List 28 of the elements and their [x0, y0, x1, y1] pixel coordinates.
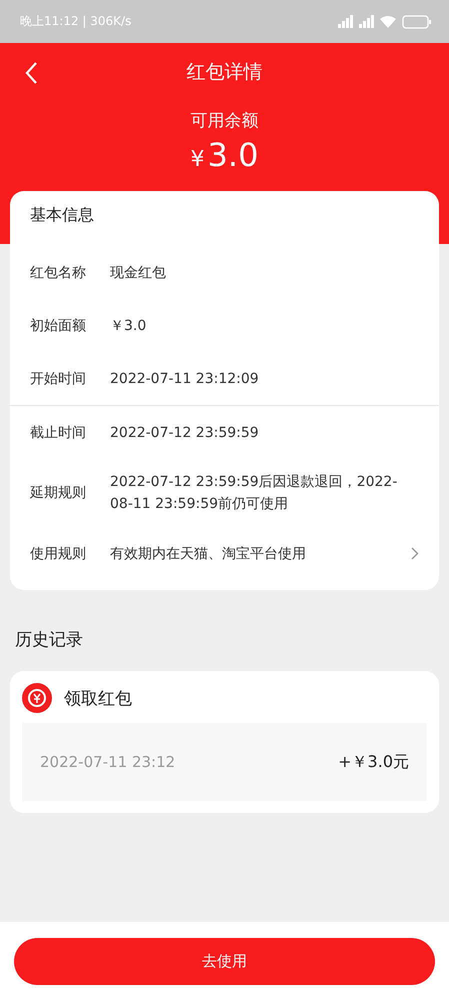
info-value: 现金红包 [110, 264, 167, 282]
yuan-coin-icon [22, 683, 52, 713]
balance-label: 可用余额 [190, 110, 258, 132]
battery-icon [402, 14, 431, 28]
info-value: 2022-07-11 23:12:09 [110, 370, 260, 388]
info-label: 使用规则 [30, 544, 87, 562]
chevron-right-icon[interactable] [411, 547, 419, 560]
info-label: 延期规则 [30, 484, 87, 502]
info-value: 2022-07-12 23:59:59 [110, 424, 260, 442]
balance-amount: ¥3.0 [190, 136, 258, 174]
section-title: 历史记录 [14, 629, 84, 652]
info-label: 截止时间 [30, 424, 87, 442]
info-label: 初始面额 [30, 316, 87, 334]
info-label: 红包名称 [30, 264, 87, 282]
signal-icon [338, 15, 353, 28]
card-title: 基本信息 [29, 205, 95, 226]
info-value: 2022-07-12 23:59:59后因退款退回，2022-08-11 23:59:59前仍可使用 [110, 473, 398, 514]
record-amount: +￥3.0元 [338, 752, 409, 772]
info-value: 有效期内在天猫、淘宝平台使用 [110, 544, 307, 564]
use-button[interactable]: 去使用 [14, 938, 435, 984]
info-label: 开始时间 [30, 370, 87, 388]
record-title: 领取红包 [64, 688, 132, 710]
back-icon[interactable] [24, 61, 38, 85]
signal-icon [359, 15, 374, 28]
record-time: 2022-07-11 23:12 [40, 753, 176, 771]
info-value: ￥3.0 [110, 316, 148, 336]
wifi-icon [380, 15, 396, 28]
page-title: 红包详情 [186, 60, 262, 85]
